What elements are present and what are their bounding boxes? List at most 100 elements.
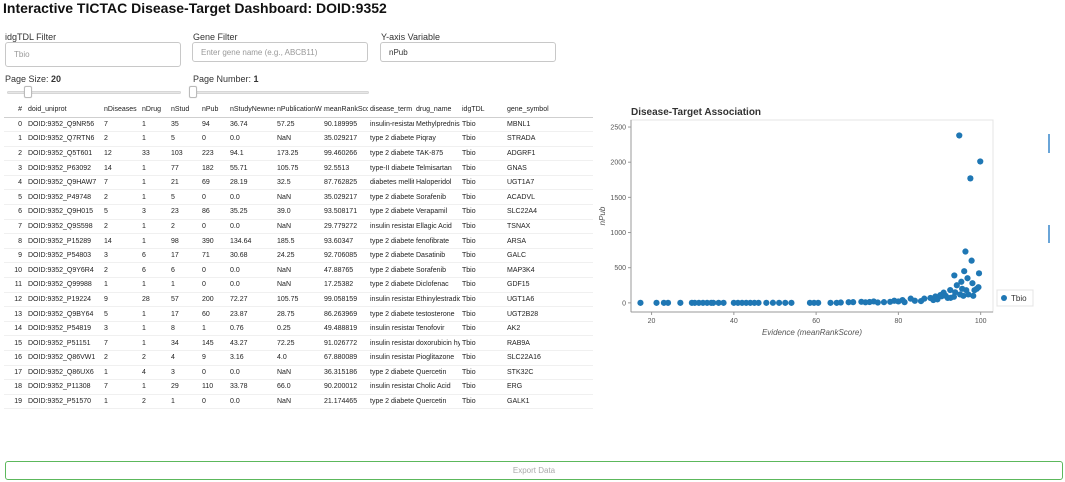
data-point[interactable] — [956, 132, 963, 139]
data-point[interactable] — [975, 270, 983, 277]
table-cell-col-nstud: 35 — [171, 120, 179, 128]
table-cell-col-index: 15 — [14, 339, 22, 347]
data-point[interactable] — [970, 292, 977, 299]
table-cell-col-doid-uniprot: DOID:9352_P51570 — [28, 398, 92, 406]
table-cell-col-meanrankscore: 90.189995 — [324, 120, 358, 128]
data-point[interactable] — [837, 299, 844, 306]
table-cell-col-doid-uniprot: DOID:9352_Q86VW1 — [28, 354, 96, 362]
data-point[interactable] — [951, 272, 958, 279]
data-point[interactable] — [720, 299, 727, 306]
export-data-button[interactable]: Export Data — [5, 461, 1063, 480]
data-point[interactable] — [755, 299, 762, 306]
page-number-slider[interactable] — [189, 85, 369, 99]
data-point[interactable] — [977, 158, 984, 165]
table-header-col-disease-term[interactable]: disease_term — [368, 102, 414, 118]
table-header-col-nstud[interactable]: nStud — [169, 102, 200, 118]
table-header-col-npub[interactable]: nPub — [200, 102, 228, 118]
table-header-col-doid-uniprot[interactable]: doid_uniprot — [26, 102, 102, 118]
table-row[interactable]: 19 DOID:9352_P51570 1 2 1 0 0.0 NaN 21.174465 typ… — [4, 394, 593, 409]
page-size-slider[interactable] — [7, 85, 181, 99]
table-row[interactable]: 16 DOID:9352_Q86VW1 2 2 4 9 3.16 4.0 67.880089 in… — [4, 351, 593, 366]
data-point[interactable] — [815, 299, 822, 306]
table-header-col-idgtdl[interactable]: idgTDL — [460, 102, 505, 118]
table-cell-col-nstudy-newness: 0.0 — [230, 222, 240, 230]
table-header-col-ndiseases[interactable]: nDiseases — [102, 102, 140, 118]
table-header-col-drug-name[interactable]: drug_name — [414, 102, 460, 118]
table-row[interactable]: 7 DOID:9352_Q9S598 2 1 2 0 0.0 NaN 29.779272 insu… — [4, 219, 593, 234]
table-cell-col-idgtdl: Tbio — [462, 193, 476, 201]
table-cell-col-ndrug: 1 — [142, 179, 146, 187]
table-row[interactable]: 3 DOID:9352_P63092 14 1 77 182 55.71 105.75 92.5… — [4, 161, 593, 176]
table-row[interactable]: 8 DOID:9352_P15289 14 1 98 390 134.64 185.5 93.6… — [4, 234, 593, 249]
table-row[interactable]: 13 DOID:9352_Q9BY64 5 1 17 60 23.87 28.75 86.263… — [4, 307, 593, 322]
data-point[interactable] — [637, 299, 644, 306]
table-row[interactable]: 18 DOID:9352_P11308 7 1 29 110 33.78 66.0 90.200… — [4, 380, 593, 395]
data-point[interactable] — [763, 299, 770, 306]
data-point[interactable] — [775, 299, 783, 306]
data-point[interactable] — [664, 299, 672, 306]
table-row[interactable]: 10 DOID:9352_Q9Y6R4 2 6 6 0 0.0 NaN 47.88765 type… — [4, 263, 593, 278]
table-row[interactable]: 5 DOID:9352_P49748 2 1 5 0 0.0 NaN 35.029217 type… — [4, 190, 593, 205]
table-cell-col-npub: 86 — [202, 208, 210, 216]
data-point[interactable] — [967, 175, 974, 182]
data-point[interactable] — [962, 248, 969, 255]
table-cell-col-index: 17 — [14, 368, 22, 376]
y-tick-label: 0 — [622, 300, 626, 307]
table-cell-col-index: 1 — [18, 135, 22, 143]
data-point[interactable] — [788, 299, 795, 306]
table-row[interactable]: 15 DOID:9352_P51151 7 1 34 145 43.27 72.25 91.02… — [4, 336, 593, 351]
table-header-col-ndrug[interactable]: nDrug — [140, 102, 169, 118]
data-point[interactable] — [911, 297, 918, 304]
table-row[interactable]: 4 DOID:9352_Q9HAW7 7 1 21 69 28.19 32.5 87.76282… — [4, 175, 593, 190]
table-header-col-meanrankscore[interactable]: meanRankScor — [322, 102, 368, 118]
table-cell-col-doid-uniprot: DOID:9352_P11308 — [28, 383, 91, 391]
x-axis-label: Evidence (meanRankScore) — [762, 328, 862, 337]
table-cell-col-npublication-we: NaN — [277, 222, 292, 230]
data-point[interactable] — [782, 299, 789, 306]
table-cell-col-disease-term: insulin resistan — [370, 222, 414, 230]
data-point[interactable] — [975, 284, 982, 291]
table-row[interactable]: 6 DOID:9352_Q9H015 5 3 23 86 35.25 39.0 93.50817… — [4, 205, 593, 220]
yaxis-variable-input[interactable] — [380, 42, 556, 62]
page-number-slider-thumb[interactable] — [189, 86, 197, 98]
data-point[interactable] — [921, 295, 928, 302]
table-row[interactable]: 9 DOID:9352_P54803 3 6 17 71 30.68 24.25 92.7060… — [4, 248, 593, 263]
data-point[interactable] — [769, 299, 777, 306]
scatter-chart[interactable]: Disease-Target Association20 40 60 80 100050… — [598, 100, 1035, 338]
table-cell-col-disease-term: insulin resistan — [370, 354, 414, 362]
table-cell-col-index: 10 — [14, 266, 22, 274]
data-point[interactable] — [850, 299, 857, 306]
data-table: # doid_uniprot nDiseases nDrug nStud nPub nStu… — [4, 102, 593, 409]
table-row[interactable]: 11 DOID:9352_Q99988 1 1 1 0 0.0 NaN 17.25382 type… — [4, 278, 593, 293]
table-row[interactable]: 0 DOID:9352_Q9NR56 7 1 35 94 36.74 57.25 90.1899… — [4, 117, 593, 132]
table-row[interactable]: 12 DOID:9352_P19224 9 28 57 200 72.27 105.75 99.… — [4, 292, 593, 307]
data-point[interactable] — [880, 299, 888, 306]
table-cell-col-npub: 0 — [202, 135, 206, 143]
table-row[interactable]: 14 DOID:9352_P54819 3 1 8 1 0.76 0.25 49.488819 i… — [4, 321, 593, 336]
table-header-col-nstudy-newness[interactable]: nStudyNewness — [228, 102, 275, 118]
table-row[interactable]: 1 DOID:9352_Q7RTN6 2 1 5 0 0.0 NaN 35.029217 type… — [4, 132, 593, 147]
data-point[interactable] — [901, 299, 908, 306]
data-point[interactable] — [964, 275, 971, 282]
table-cell-col-npublication-we: 57.25 — [277, 120, 295, 128]
data-point[interactable] — [710, 299, 717, 306]
data-point[interactable] — [677, 299, 684, 306]
data-point[interactable] — [653, 299, 660, 306]
table-row[interactable]: 2 DOID:9352_Q5T601 12 33 103 223 94.1 173.25 99.… — [4, 146, 593, 161]
data-point[interactable] — [827, 299, 834, 306]
tdl-filter-input[interactable] — [5, 42, 181, 67]
data-point[interactable] — [958, 278, 965, 285]
table-row[interactable]: 17 DOID:9352_Q86UX6 1 4 3 0 0.0 NaN 36.315186 typ… — [4, 365, 593, 380]
data-point[interactable] — [874, 299, 881, 306]
chart-scroll-indicator[interactable] — [1048, 134, 1050, 153]
table-header-col-npublication-we[interactable]: nPublicationWe — [275, 102, 322, 118]
table-cell-col-gene-symbol: MBNL1 — [507, 120, 531, 128]
gene-filter-input[interactable] — [192, 42, 368, 62]
page-size-slider-thumb[interactable] — [23, 86, 32, 98]
table-header-col-gene-symbol[interactable]: gene_symbol — [505, 102, 593, 118]
chart-scroll-indicator[interactable] — [1048, 225, 1050, 243]
data-point[interactable] — [969, 280, 976, 287]
table-header-col-index[interactable]: # — [4, 102, 26, 118]
data-point[interactable] — [961, 268, 968, 275]
data-point[interactable] — [968, 257, 975, 264]
